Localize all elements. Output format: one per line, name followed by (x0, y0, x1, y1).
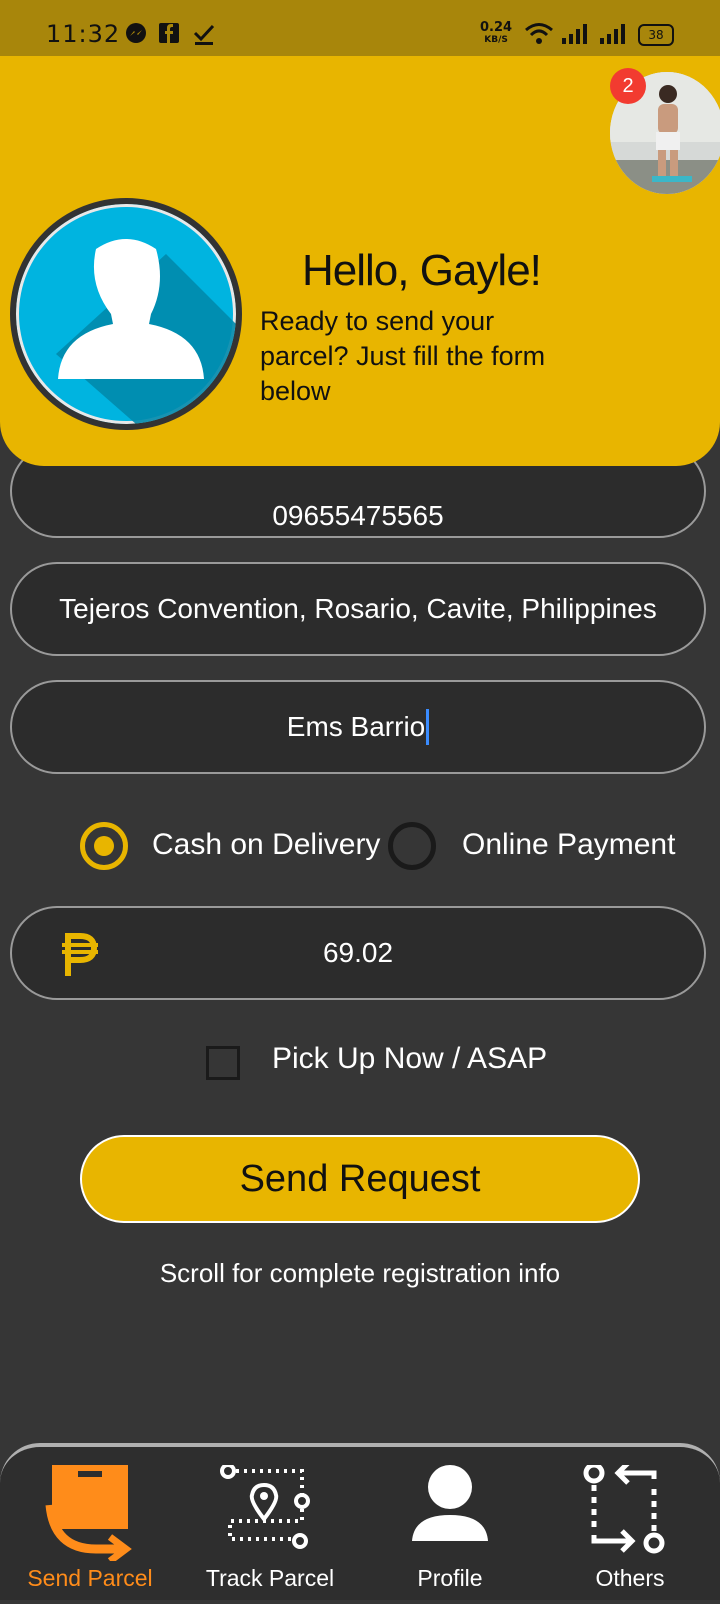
messenger-icon (126, 23, 146, 43)
pickup-checkbox[interactable] (206, 1046, 240, 1080)
address-field[interactable]: Tejeros Convention, Rosario, Cavite, Phi… (10, 562, 706, 656)
wifi-icon (525, 23, 553, 44)
nav-send-parcel-label: Send Parcel (27, 1565, 153, 1591)
speed-value: 0.24 (480, 20, 513, 35)
greeting-subtitle: Ready to send your parcel? Just fill the… (260, 306, 546, 406)
cash-on-delivery-label[interactable]: Cash on Delivery (152, 828, 380, 862)
status-bar: 11:32 0.24 KB/S 38 (0, 0, 720, 56)
bottom-navigation: Send Parcel Track Parcel Profile Others (0, 1443, 720, 1600)
status-time: 11:32 (46, 20, 121, 48)
online-payment-radio[interactable] (388, 822, 436, 870)
user-silhouette-icon (20, 208, 236, 424)
greeting-title: Hello, Gayle! (302, 246, 542, 295)
cash-on-delivery-radio[interactable] (80, 822, 128, 870)
nav-profile-label: Profile (417, 1565, 483, 1591)
amount-value: 69.02 (322, 937, 394, 968)
nav-others[interactable]: Others (540, 1447, 720, 1604)
name-field[interactable]: Ems Barrio (10, 680, 706, 774)
amount-field[interactable]: 69.02 (10, 906, 706, 1000)
parcel-icon (45, 1465, 132, 1561)
nav-profile[interactable]: Profile (360, 1447, 540, 1604)
scroll-note: Scroll for complete registration info (159, 1258, 561, 1288)
nav-send-parcel[interactable]: Send Parcel (0, 1447, 180, 1604)
signal-icon (562, 24, 587, 44)
notification-badge: 2 (610, 68, 646, 104)
facebook-icon (159, 23, 179, 43)
payment-options: Cash on Delivery Online Payment (0, 818, 720, 874)
nav-track-parcel-label: Track Parcel (205, 1565, 335, 1591)
avatar (10, 198, 242, 430)
signal-icon (600, 24, 625, 44)
pickup-label[interactable]: Pick Up Now / ASAP (272, 1042, 547, 1076)
name-value: Ems Barrio (286, 711, 426, 742)
nav-track-parcel[interactable]: Track Parcel (180, 1447, 360, 1604)
send-request-button[interactable]: Send Request (80, 1135, 640, 1223)
check-icon (193, 24, 215, 45)
speed-unit: KB/S (484, 35, 508, 45)
text-caret (426, 709, 430, 745)
battery-icon: 38 (638, 24, 674, 46)
phone-value: 09655475565 (272, 500, 444, 531)
nav-others-label: Others (595, 1565, 665, 1591)
peso-icon (62, 933, 98, 976)
network-speed: 0.24 KB/S (480, 20, 513, 46)
address-value: Tejeros Convention, Rosario, Cavite, Phi… (59, 593, 657, 624)
user-icon (412, 1465, 488, 1541)
route-icon (220, 1465, 310, 1549)
swap-icon (583, 1465, 665, 1554)
online-payment-label[interactable]: Online Payment (462, 828, 675, 862)
battery-level: 38 (648, 28, 664, 42)
